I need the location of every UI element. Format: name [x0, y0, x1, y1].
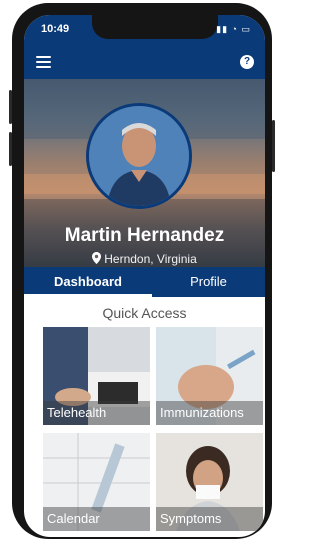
tab-dashboard[interactable]: Dashboard [24, 267, 152, 297]
location-text: Herndon, Virginia [104, 252, 197, 266]
tile-calendar[interactable]: Calendar [43, 433, 150, 531]
phone-side-button [9, 90, 12, 124]
tile-label: Telehealth [43, 401, 150, 425]
profile-location: Herndon, Virginia [24, 252, 265, 266]
profile-header: Martin Hernandez Herndon, Virginia [24, 79, 265, 267]
quick-access-title: Quick Access [102, 305, 187, 321]
tile-telehealth[interactable]: Telehealth [43, 327, 150, 425]
status-icons: ▮▮ ◔ ▭ [216, 24, 251, 34]
profile-name: Martin Hernandez [64, 225, 225, 246]
avatar[interactable] [86, 103, 192, 209]
tab-bar: Dashboard Profile [24, 267, 265, 297]
help-icon[interactable]: ? [240, 55, 254, 69]
tile-immunizations[interactable]: Immunizations [156, 327, 263, 425]
phone-power-button [272, 120, 275, 172]
tile-label: Calendar [43, 507, 150, 531]
menu-icon[interactable] [36, 56, 51, 68]
status-bar: 10:49 ▮▮ ◔ ▭ [24, 15, 265, 45]
tab-profile[interactable]: Profile [152, 267, 265, 297]
tile-label: Symptoms [156, 507, 263, 531]
phone-notch [92, 15, 218, 39]
tile-label: Immunizations [156, 401, 263, 425]
location-pin-icon [92, 252, 102, 264]
app-screen: 10:49 ▮▮ ◔ ▭ ? Martin Hernandez Herndon,… [24, 15, 265, 537]
top-navbar: ? [24, 45, 265, 79]
tile-symptoms[interactable]: Symptoms [156, 433, 263, 531]
phone-side-button [9, 132, 12, 166]
profile-photo [89, 106, 189, 206]
status-time: 10:49 [41, 23, 70, 35]
